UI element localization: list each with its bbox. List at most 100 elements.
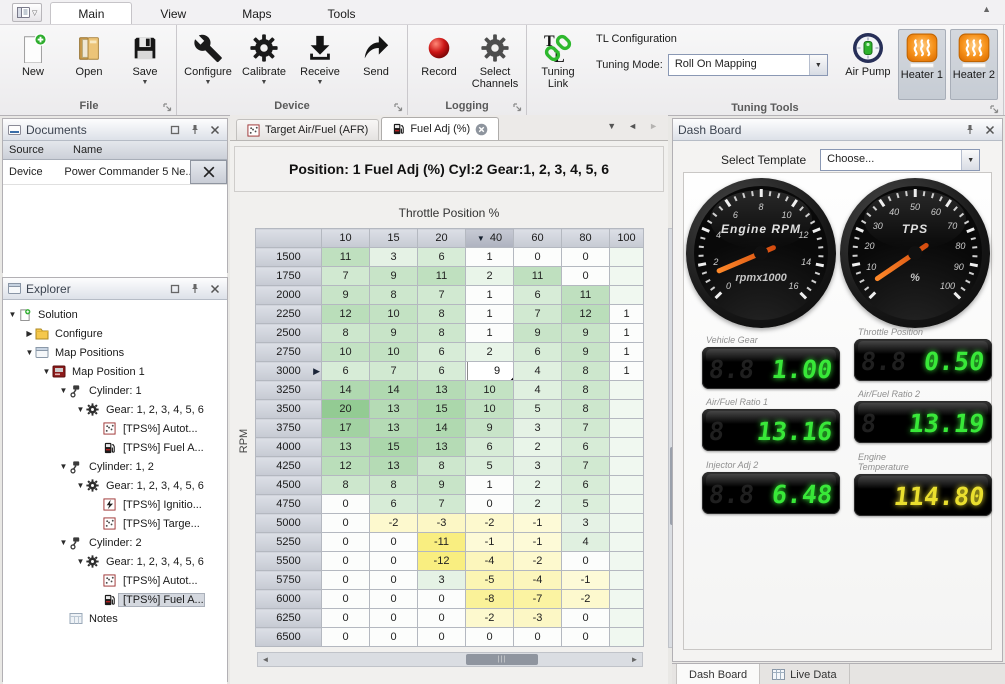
cell-2250-40[interactable]: 1 (466, 305, 514, 324)
column-header-60[interactable]: 60 (514, 229, 562, 248)
cell-2500-80[interactable]: 9 (562, 324, 610, 343)
cell-1750-clipped[interactable] (610, 267, 644, 286)
cell-4750-60[interactable]: 2 (514, 495, 562, 514)
cell-2250-clipped[interactable]: 1 (610, 305, 644, 324)
cell-1500-20[interactable]: 6 (418, 248, 466, 267)
cell-6250-15[interactable]: 0 (370, 609, 418, 628)
cell-1500-15[interactable]: 3 (370, 248, 418, 267)
cell-6000-60[interactable]: -7 (514, 590, 562, 609)
cell-5750-clipped[interactable] (610, 571, 644, 590)
column-header-100[interactable]: 100 (610, 229, 644, 248)
ribbon-collapse-icon[interactable]: ▲ (982, 4, 991, 14)
close-icon[interactable] (207, 281, 222, 296)
cell-2000-10[interactable]: 9 (322, 286, 370, 305)
cell-5500-clipped[interactable] (610, 552, 644, 571)
ribbon-tab-view[interactable]: View (132, 2, 214, 24)
cell-4500-10[interactable]: 8 (322, 476, 370, 495)
cell-6500-clipped[interactable] (610, 628, 644, 647)
cell-2750-40[interactable]: 2 (466, 343, 514, 362)
cell-3750-80[interactable]: 7 (562, 419, 610, 438)
cell-4000-40[interactable]: 6 (466, 438, 514, 457)
open-button[interactable]: Open (61, 27, 117, 78)
row-header-4750[interactable]: 4750 (256, 495, 322, 514)
cell-2750-clipped[interactable]: 1 (610, 343, 644, 362)
row-header-1750[interactable]: 1750 (256, 267, 322, 286)
save-button[interactable]: Save▼ (117, 27, 173, 86)
calibrate-button[interactable]: Calibrate▼ (236, 27, 292, 86)
map-tab-fuel-adj[interactable]: Fuel Adj (%) (381, 117, 499, 140)
cell-4250-80[interactable]: 7 (562, 457, 610, 476)
cell-1500-40[interactable]: 1 (466, 248, 514, 267)
row-header-2500[interactable]: 2500 (256, 324, 322, 343)
row-header-5750[interactable]: 5750 (256, 571, 322, 590)
cell-6250-10[interactable]: 0 (322, 609, 370, 628)
cell-5250-15[interactable]: 0 (370, 533, 418, 552)
cell-6250-clipped[interactable] (610, 609, 644, 628)
tree-item-configure[interactable]: ▶Configure (3, 324, 227, 343)
row-header-6500[interactable]: 6500 (256, 628, 322, 647)
cell-2250-15[interactable]: 10 (370, 305, 418, 324)
cell-5000-60[interactable]: -1 (514, 514, 562, 533)
cell-5250-60[interactable]: -1 (514, 533, 562, 552)
cell-5750-80[interactable]: -1 (562, 571, 610, 590)
cell-4000-15[interactable]: 15 (370, 438, 418, 457)
maximize-icon[interactable] (167, 122, 182, 137)
row-header-3750[interactable]: 3750 (256, 419, 322, 438)
cell-5500-15[interactable]: 0 (370, 552, 418, 571)
scroll-left-icon[interactable]: ◄ (258, 655, 273, 664)
cell-1750-10[interactable]: 7 (322, 267, 370, 286)
cell-3000-10[interactable]: 6 (322, 362, 370, 381)
cell-6250-20[interactable]: 0 (418, 609, 466, 628)
cell-5000-15[interactable]: -2 (370, 514, 418, 533)
cell-4250-40[interactable]: 5 (466, 457, 514, 476)
cell-2500-10[interactable]: 8 (322, 324, 370, 343)
cell-2250-80[interactable]: 12 (562, 305, 610, 324)
column-header-10[interactable]: 10 (322, 229, 370, 248)
row-header-3500[interactable]: 3500 (256, 400, 322, 419)
cell-6000-10[interactable]: 0 (322, 590, 370, 609)
row-header-4000[interactable]: 4000 (256, 438, 322, 457)
tuning-link-button[interactable]: TLTuning Link (530, 27, 586, 90)
cell-4000-20[interactable]: 13 (418, 438, 466, 457)
dashboard-tab-live-data[interactable]: Live Data (760, 664, 849, 684)
cell-3500-20[interactable]: 15 (418, 400, 466, 419)
cell-1500-clipped[interactable] (610, 248, 644, 267)
row-header-2250[interactable]: 2250 (256, 305, 322, 324)
tree-item-map-positions[interactable]: ▼Map Positions (3, 343, 227, 362)
cell-5250-40[interactable]: -1 (466, 533, 514, 552)
cell-4750-10[interactable]: 0 (322, 495, 370, 514)
close-icon[interactable] (207, 122, 222, 137)
cell-4500-60[interactable]: 2 (514, 476, 562, 495)
cell-5000-20[interactable]: -3 (418, 514, 466, 533)
cell-2750-10[interactable]: 10 (322, 343, 370, 362)
cell-3750-clipped[interactable] (610, 419, 644, 438)
cell-4250-10[interactable]: 12 (322, 457, 370, 476)
cell-4000-80[interactable]: 6 (562, 438, 610, 457)
dialog-launcher-icon[interactable] (163, 101, 172, 117)
ribbon-tab-tools[interactable]: Tools (300, 2, 384, 24)
tree-item-tps-targe[interactable]: [TPS%] Targe... (3, 514, 227, 533)
collapse-arrow-icon[interactable]: ▼ (58, 462, 69, 471)
send-button[interactable]: Send (348, 27, 404, 78)
cell-3500-15[interactable]: 13 (370, 400, 418, 419)
cell-3250-40[interactable]: 10 (466, 381, 514, 400)
cell-2500-clipped[interactable]: 1 (610, 324, 644, 343)
tree-item-tps-fuel-a[interactable]: [TPS%] Fuel A... (3, 590, 227, 609)
application-menu-button[interactable]: ▽ (12, 3, 42, 22)
cell-3250-clipped[interactable] (610, 381, 644, 400)
maximize-icon[interactable] (167, 281, 182, 296)
tuning-mode-select[interactable]: Roll On Mapping▼ (668, 54, 828, 76)
heater-2-button[interactable]: Heater 2 (950, 29, 998, 100)
cell-3750-40[interactable]: 9 (466, 419, 514, 438)
cell-5250-10[interactable]: 0 (322, 533, 370, 552)
cell-5750-15[interactable]: 0 (370, 571, 418, 590)
cell-2250-20[interactable]: 8 (418, 305, 466, 324)
row-header-5000[interactable]: 5000 (256, 514, 322, 533)
cell-3000-40[interactable]: 9 (466, 362, 514, 381)
cell-5250-clipped[interactable] (610, 533, 644, 552)
cell-6500-60[interactable]: 0 (514, 628, 562, 647)
chevron-down-icon[interactable]: ▼ (961, 150, 979, 170)
close-document-icon[interactable] (190, 160, 227, 184)
horizontal-scroll-thumb[interactable]: ||| (466, 654, 538, 665)
cell-1500-80[interactable]: 0 (562, 248, 610, 267)
